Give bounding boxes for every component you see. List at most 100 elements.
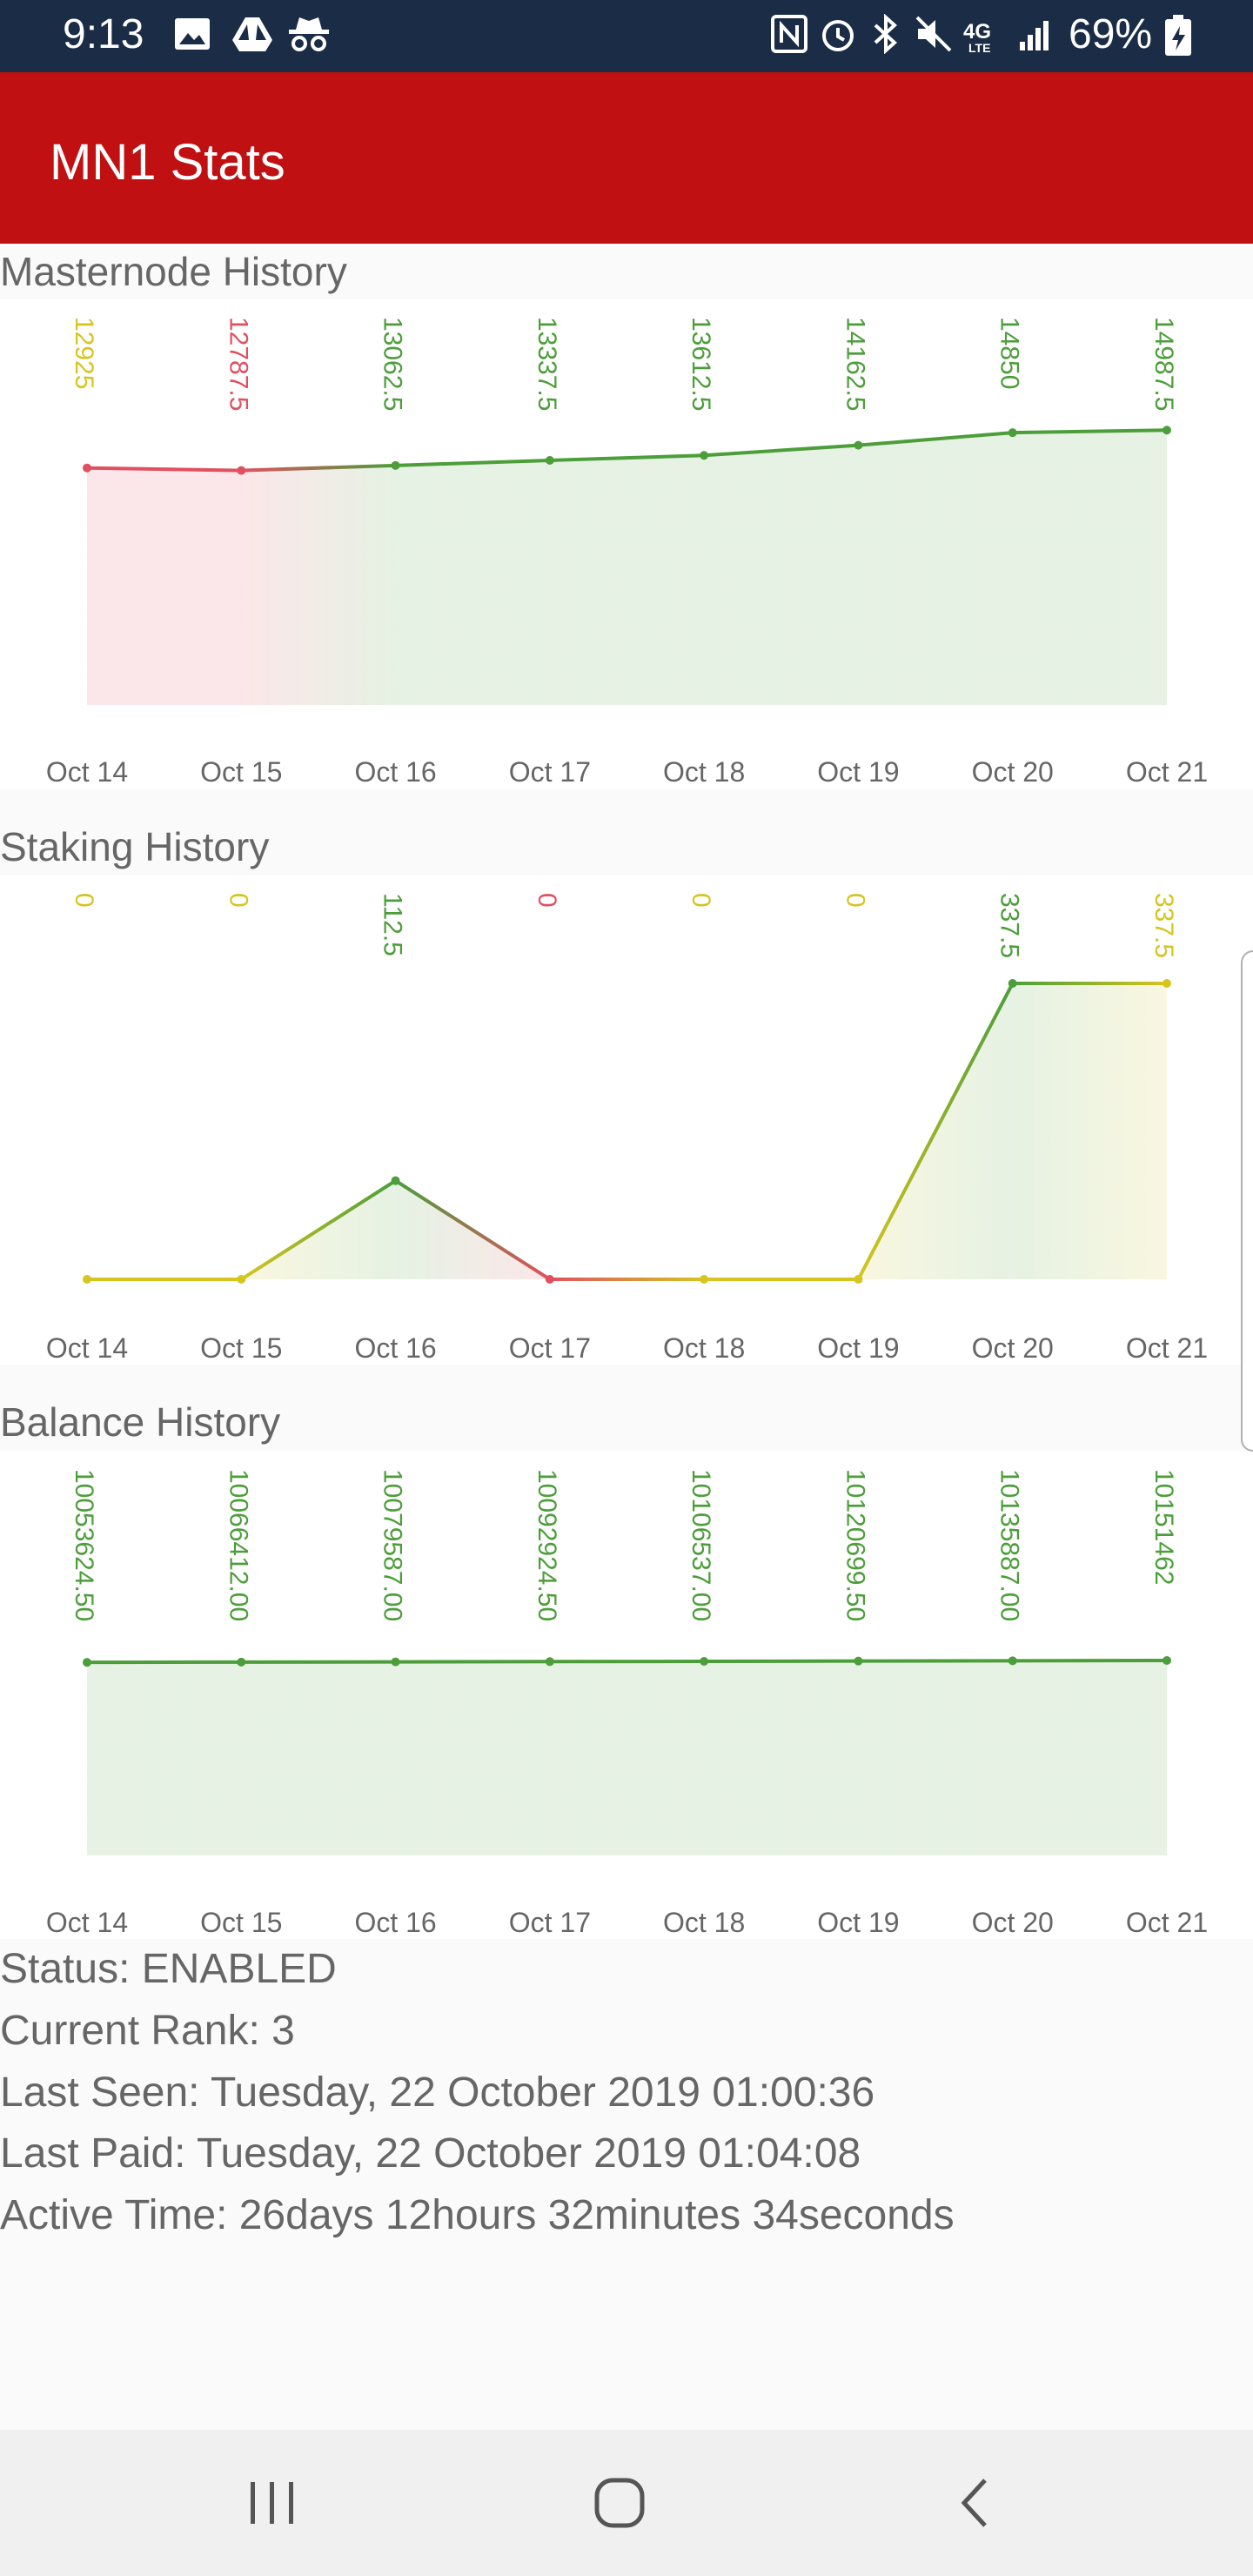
data-point [545, 1657, 554, 1667]
x-tick-label: Oct 19 [817, 1907, 899, 1938]
data-point [545, 456, 554, 466]
x-tick-label: Oct 20 [972, 1332, 1054, 1364]
data-label: 12787.5 [224, 317, 252, 411]
data-point [391, 1657, 400, 1667]
x-tick-label: Oct 17 [509, 756, 591, 788]
x-tick-label: Oct 16 [354, 1332, 436, 1364]
status-text: Status: ENABLED [0, 1946, 337, 1992]
svg-text:4G: 4G [963, 20, 991, 44]
x-tick-label: Oct 17 [509, 1907, 591, 1938]
x-tick-label: Oct 16 [354, 1907, 436, 1938]
data-label: 337.5 [995, 893, 1024, 958]
signal-icon [1020, 21, 1049, 50]
current-rank-text: Current Rank: 3 [0, 2008, 295, 2054]
data-point [391, 460, 400, 470]
data-label: 10079587.00 [379, 1469, 407, 1621]
data-point [700, 451, 709, 460]
balance-history-title: Balance History [0, 1399, 281, 1445]
data-point [1163, 1656, 1171, 1665]
4g-lte-icon: 4G LTE [963, 20, 991, 54]
battery-percentage: 69% [1069, 11, 1153, 57]
x-tick-label: Oct 18 [663, 1332, 745, 1364]
data-label: 10151462 [1149, 1469, 1178, 1585]
data-point [237, 1657, 246, 1667]
x-tick-label: Oct 14 [46, 1332, 128, 1364]
data-label: 0 [687, 893, 715, 908]
data-point [237, 466, 246, 475]
x-tick-label: Oct 14 [46, 1907, 128, 1938]
mute-icon [915, 16, 952, 52]
status-time: 9:13 [63, 11, 144, 57]
x-tick-label: Oct 21 [1126, 756, 1208, 788]
series-line [86, 1659, 1168, 1665]
balance-history-chart: 10053624.50 10066412.00 10079587.00 1009292… [46, 1469, 1208, 1938]
data-label: 13062.5 [379, 317, 407, 411]
x-tick-label: Oct 19 [817, 1332, 899, 1364]
x-tick-label: Oct 17 [509, 1332, 591, 1364]
data-label: 10066412.00 [224, 1469, 252, 1621]
home-icon[interactable] [592, 2475, 647, 2531]
app-title: MN1 Stats [50, 134, 285, 191]
data-point [1163, 426, 1171, 435]
back-icon[interactable] [948, 2475, 1004, 2531]
data-label: 112.5 [379, 893, 407, 956]
data-label: 0 [841, 893, 869, 908]
x-tick-label: Oct 15 [200, 1907, 282, 1938]
data-point [1008, 979, 1017, 988]
data-label: 10053624.50 [70, 1469, 98, 1621]
x-tick-label: Oct 15 [200, 1332, 282, 1364]
x-tick-label: Oct 21 [1126, 1332, 1208, 1364]
data-point [1008, 1656, 1017, 1666]
data-point [237, 1275, 246, 1284]
recent-apps-icon[interactable] [244, 2475, 299, 2531]
data-label: 0 [70, 893, 98, 908]
data-point [1008, 428, 1017, 438]
data-label: 0 [533, 893, 561, 908]
app-bar: MN1 Stats [0, 72, 1253, 244]
data-label: 10135887.00 [995, 1469, 1024, 1621]
data-label: 10106537.00 [687, 1469, 715, 1621]
data-label: 10092924.50 [533, 1469, 561, 1621]
data-label: 10120699.50 [841, 1469, 869, 1621]
data-label: 13337.5 [533, 317, 561, 411]
data-point [391, 1176, 400, 1185]
data-point [854, 1275, 863, 1284]
data-point [700, 1656, 709, 1666]
x-tick-label: Oct 18 [663, 1907, 745, 1938]
x-tick-label: Oct 16 [354, 756, 436, 788]
scroll-handle[interactable] [1241, 950, 1253, 1452]
data-label: 0 [224, 893, 252, 908]
x-tick-label: Oct 20 [972, 1907, 1054, 1938]
data-point [854, 440, 863, 450]
data-label: 14162.5 [841, 317, 869, 411]
data-point [854, 1656, 863, 1666]
area-fill [87, 983, 1167, 1279]
staking-history-title: Staking History [0, 824, 270, 869]
active-time-text: Active Time: 26days 12hours 32minutes 34… [0, 2192, 955, 2238]
data-label: 13612.5 [687, 317, 715, 411]
x-tick-label: Oct 15 [200, 756, 282, 788]
data-label: 14987.5 [1149, 317, 1178, 411]
area-fill [87, 1660, 1167, 1855]
masternode-history-title: Masternode History [0, 249, 347, 294]
status-bar: 9:13 4G LTE 69% [0, 0, 1253, 72]
data-point [700, 1275, 709, 1284]
svg-text:LTE: LTE [968, 41, 990, 54]
data-point [545, 1275, 554, 1284]
battery-icon [1165, 15, 1191, 56]
x-tick-label: Oct 20 [972, 756, 1054, 788]
x-tick-label: Oct 21 [1126, 1907, 1208, 1938]
data-label: 14850 [995, 317, 1024, 389]
data-point [1163, 979, 1171, 988]
last-paid-text: Last Paid: Tuesday, 22 October 2019 01:0… [0, 2130, 861, 2177]
bluetooth-icon [874, 14, 897, 54]
x-tick-label: Oct 19 [817, 756, 899, 788]
masternode-history-chart: 12925 12787.5 13062.5 13337.5 13612.5 14162.5… [46, 317, 1208, 788]
last-seen-text: Last Seen: Tuesday, 22 October 2019 01:0… [0, 2070, 875, 2116]
incognito-icon [289, 17, 329, 51]
image-icon [175, 18, 210, 50]
staking-history-chart: 0 0 112.5 0 0 0 337.5 337.5 Oct 14 Oct 15 Oct 16 Oc… [46, 893, 1208, 1364]
data-point [83, 463, 91, 473]
data-point [83, 1658, 91, 1667]
data-label: 337.5 [1149, 893, 1178, 958]
